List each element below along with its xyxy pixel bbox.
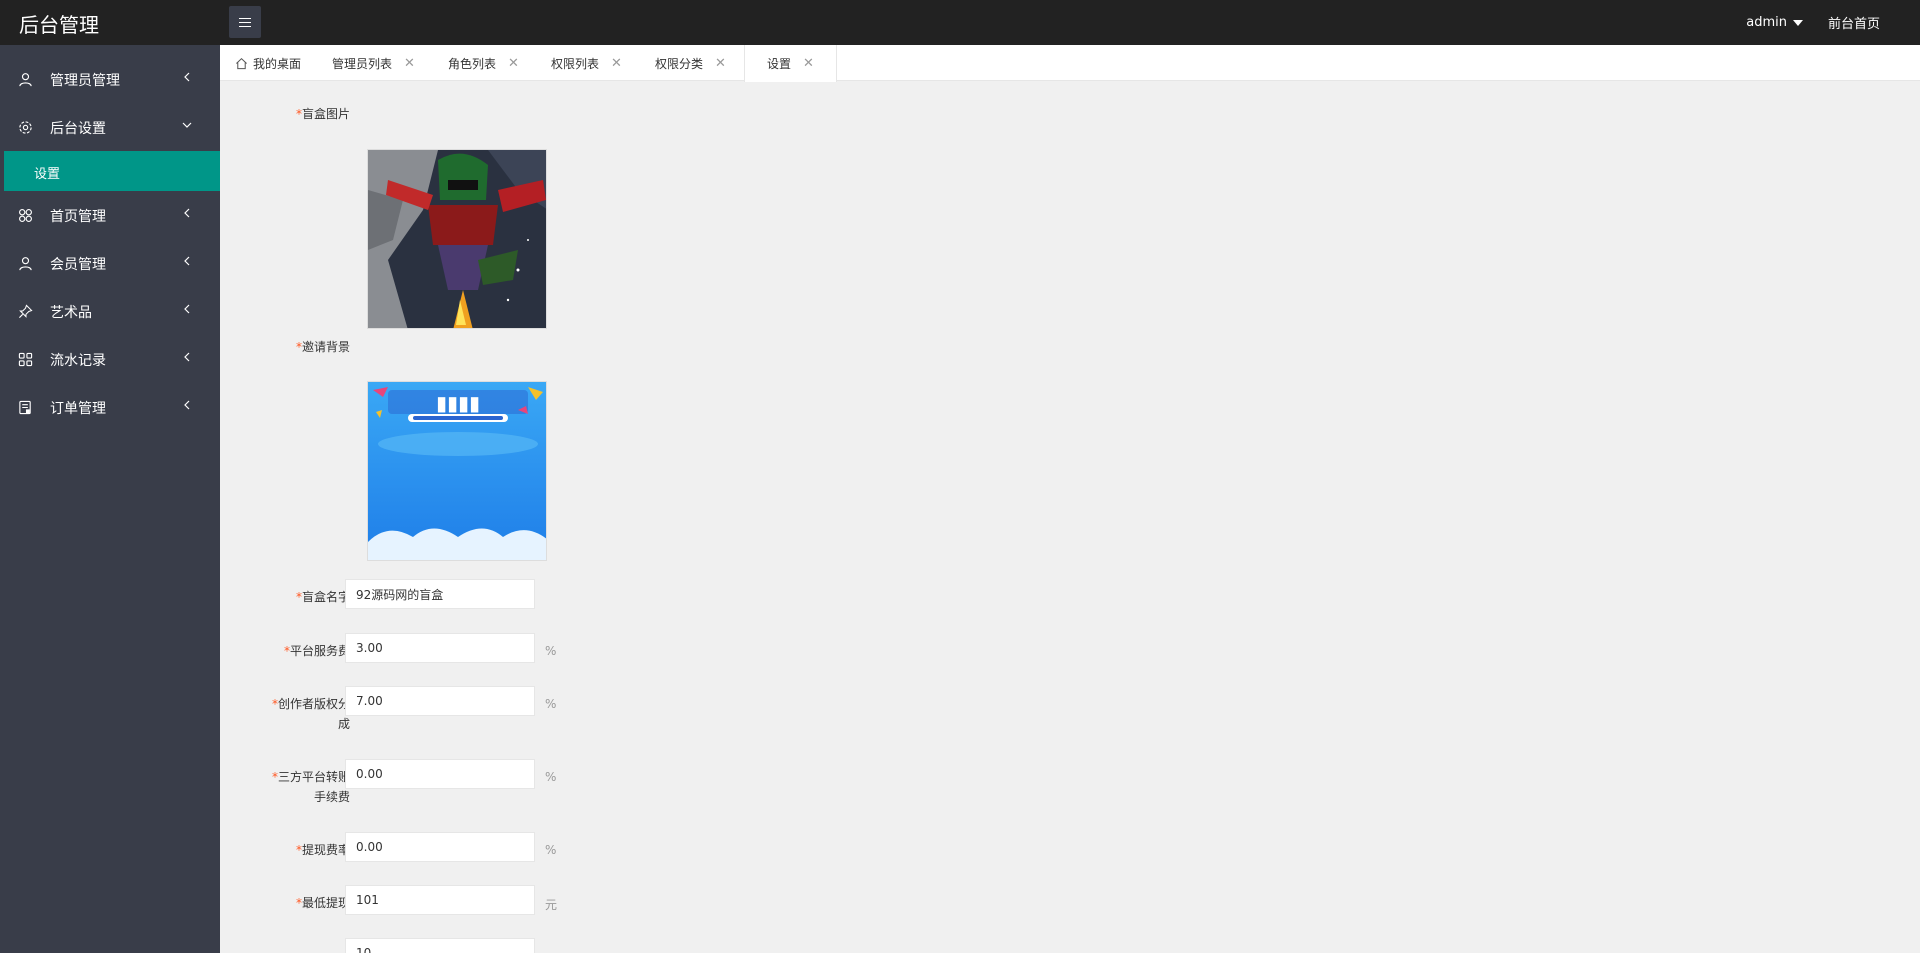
grid-icon: [19, 209, 32, 222]
blindbox-name-input[interactable]: [345, 579, 535, 609]
header-right: admin 前台首页: [1746, 0, 1880, 45]
top-header: 后台管理 admin 前台首页: [0, 0, 1920, 45]
tab-permission-category[interactable]: 权限分类 ✕: [655, 45, 726, 81]
tab-label: 权限分类: [655, 56, 704, 71]
sidebar-subitem-label: 设置: [34, 167, 61, 182]
tab-label: 角色列表: [448, 56, 497, 71]
svg-text:▮▮▮▮: ▮▮▮▮: [436, 391, 480, 415]
chevron-left-icon: [184, 352, 190, 362]
chevron-left-icon: [184, 208, 190, 218]
close-icon[interactable]: ✕: [715, 56, 726, 71]
min-withdraw-label: *最低提现: [295, 896, 350, 910]
sidebar: 管理员管理 后台设置 设置 首页管理 会员管理 艺术品 流水记录 订单管理: [0, 45, 220, 953]
tab-admin-list[interactable]: 管理员列表 ✕: [332, 45, 415, 81]
tab-role-list[interactable]: 角色列表 ✕: [448, 45, 519, 81]
service-fee-unit: %: [545, 644, 557, 658]
chevron-left-icon: [184, 304, 190, 314]
sidebar-item-artwork[interactable]: 艺术品: [0, 287, 220, 335]
settings-form: *盲盒图片 *邀请背景 ▮▮▮▮ *盲盒名字 92源码网的盲盒 *平台服务费 3…: [220, 82, 1920, 953]
close-icon[interactable]: ✕: [803, 56, 814, 71]
next-field-input[interactable]: [345, 938, 535, 953]
service-fee-input[interactable]: [345, 633, 535, 663]
sidebar-item-label: 后台设置: [50, 121, 106, 137]
tab-permission-list[interactable]: 权限列表 ✕: [551, 45, 622, 81]
apps-icon: [18, 352, 33, 367]
gear-icon: [19, 121, 32, 134]
sidebar-item-records[interactable]: 流水记录: [0, 335, 220, 383]
sidebar-item-label: 会员管理: [50, 257, 106, 273]
creator-share-label: *创作者版权分成: [271, 697, 350, 731]
close-icon[interactable]: ✕: [611, 56, 622, 71]
sidebar-item-settings[interactable]: 后台设置: [0, 103, 220, 151]
order-icon: [19, 400, 31, 415]
sidebar-item-orders[interactable]: 订单管理: [0, 383, 220, 431]
sidebar-item-label: 艺术品: [50, 305, 92, 321]
sidebar-item-homepage[interactable]: 首页管理: [0, 191, 220, 239]
blindbox-image[interactable]: [367, 149, 547, 329]
sidebar-item-label: 首页管理: [50, 209, 106, 225]
withdraw-rate-input[interactable]: [345, 832, 535, 862]
blindbox-image-label: *盲盒图片: [295, 107, 350, 121]
chevron-down-icon: [182, 122, 192, 128]
user-menu[interactable]: admin: [1746, 15, 1803, 30]
chevron-left-icon: [184, 256, 190, 266]
withdraw-rate-label: *提现费率: [295, 843, 350, 857]
sidebar-item-members[interactable]: 会员管理: [0, 239, 220, 287]
tab-label: 设置: [767, 57, 792, 71]
close-icon[interactable]: ✕: [508, 56, 519, 71]
sidebar-item-label: 订单管理: [50, 401, 106, 417]
service-fee-label: *平台服务费: [283, 644, 350, 658]
app-logo: 后台管理: [19, 13, 99, 37]
invite-bg-image[interactable]: ▮▮▮▮: [367, 381, 547, 561]
sidebar-item-label: 流水记录: [50, 353, 106, 369]
user-icon: [19, 257, 32, 271]
pin-icon: [19, 304, 33, 318]
creator-share-unit: %: [545, 697, 557, 711]
min-withdraw-input[interactable]: [345, 885, 535, 915]
front-home-link[interactable]: 前台首页: [1828, 13, 1880, 32]
third-party-fee-input[interactable]: [345, 759, 535, 789]
user-name: admin: [1746, 15, 1787, 30]
blindbox-name-label: *盲盒名字: [295, 590, 350, 604]
menu-icon: [239, 17, 251, 27]
tab-label: 我的桌面: [253, 56, 302, 71]
caret-down-icon: [1792, 19, 1803, 26]
invite-bg-label: *邀请背景: [295, 340, 350, 354]
creator-share-input[interactable]: [345, 686, 535, 716]
tab-settings[interactable]: 设置 ✕: [744, 45, 837, 82]
sidebar-item-label: 管理员管理: [50, 73, 120, 89]
user-icon: [19, 73, 32, 87]
chevron-left-icon: [184, 400, 190, 410]
home-icon: [236, 57, 247, 69]
third-party-fee-label: *三方平台转账 手续费: [271, 770, 350, 804]
tab-desktop[interactable]: 我的桌面: [235, 45, 301, 81]
withdraw-rate-unit: %: [545, 843, 557, 857]
close-icon[interactable]: ✕: [404, 56, 415, 71]
tab-bar: 我的桌面 管理员列表 ✕ 角色列表 ✕ 权限列表 ✕ 权限分类 ✕ 设置 ✕: [220, 45, 1920, 82]
min-withdraw-unit: 元: [545, 898, 558, 912]
sidebar-item-admin[interactable]: 管理员管理: [0, 55, 220, 103]
sidebar-subitem-settings[interactable]: 设置: [4, 151, 220, 191]
tab-label: 权限列表: [551, 56, 600, 71]
tab-label: 管理员列表: [332, 56, 393, 71]
menu-toggle-button[interactable]: [229, 6, 261, 38]
chevron-left-icon: [184, 72, 190, 82]
third-party-fee-unit: %: [545, 770, 557, 784]
